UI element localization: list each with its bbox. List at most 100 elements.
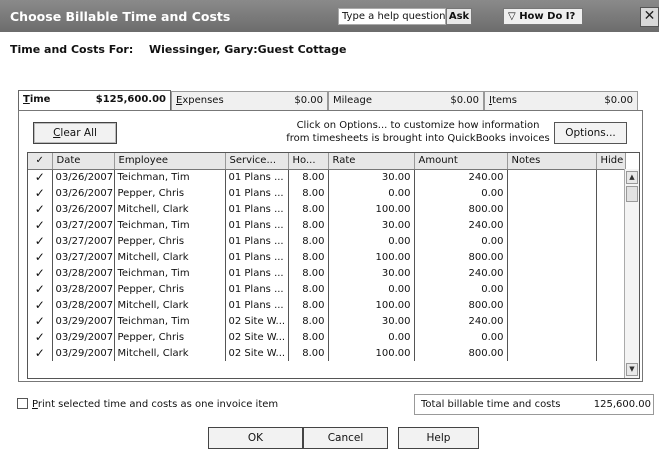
col-check-header[interactable]: ✓ — [28, 153, 53, 170]
tab-expenses[interactable]: Expenses $0.00 — [171, 91, 328, 110]
print-one-item-option[interactable]: Print selected time and costs as one inv… — [17, 398, 278, 410]
row-check-icon[interactable]: ✓ — [28, 281, 53, 297]
row-rate: 100.00 — [328, 297, 415, 313]
row-notes[interactable] — [507, 281, 597, 297]
row-check-icon[interactable]: ✓ — [28, 169, 53, 185]
col-employee-header[interactable]: Employee — [114, 153, 226, 170]
table-row[interactable]: ✓ 03/28/2007 Mitchell, Clark 01 Plans ... 8.… — [28, 297, 626, 313]
row-notes[interactable] — [507, 329, 597, 345]
print-one-item-checkbox[interactable] — [17, 398, 28, 409]
col-hide-header[interactable]: Hide — [596, 153, 626, 170]
tab-expenses-label: xpenses — [182, 95, 224, 106]
row-amount: 0.00 — [414, 233, 508, 249]
row-check-icon[interactable]: ✓ — [28, 345, 53, 361]
row-hide[interactable] — [596, 233, 626, 249]
row-check-icon[interactable]: ✓ — [28, 185, 53, 201]
row-hide[interactable] — [596, 297, 626, 313]
table-row[interactable]: ✓ 03/26/2007 Mitchell, Clark 01 Plans ... 8.… — [28, 201, 626, 217]
row-check-icon[interactable]: ✓ — [28, 265, 53, 281]
row-check-icon[interactable]: ✓ — [28, 249, 53, 265]
row-hide[interactable] — [596, 265, 626, 281]
row-check-icon[interactable]: ✓ — [28, 329, 53, 345]
total-billable-box: Total billable time and costs 125,600.00 — [414, 394, 654, 415]
ask-button[interactable]: Ask — [446, 8, 472, 25]
table-row[interactable]: ✓ 03/28/2007 Teichman, Tim 01 Plans ... 8.00… — [28, 265, 626, 281]
options-button[interactable]: Options... — [554, 122, 627, 144]
row-service: 01 Plans ... — [225, 297, 289, 313]
row-notes[interactable] — [507, 201, 597, 217]
table-row[interactable]: ✓ 03/27/2007 Teichman, Tim 01 Plans ... 8.00… — [28, 217, 626, 233]
row-check-icon[interactable]: ✓ — [28, 297, 53, 313]
row-hide[interactable] — [596, 217, 626, 233]
tab-items[interactable]: Items $0.00 — [484, 91, 638, 110]
row-notes[interactable] — [507, 345, 597, 361]
row-amount: 0.00 — [414, 185, 508, 201]
tab-time[interactable]: Time $125,600.00 — [18, 90, 171, 111]
table-row[interactable]: ✓ 03/26/2007 Pepper, Chris 01 Plans ... 8.00… — [28, 185, 626, 201]
table-row[interactable]: ✓ 03/27/2007 Mitchell, Clark 01 Plans ... 8.… — [28, 249, 626, 265]
row-hide[interactable] — [596, 185, 626, 201]
row-service: 01 Plans ... — [225, 233, 289, 249]
row-notes[interactable] — [507, 185, 597, 201]
row-date: 03/28/2007 — [52, 265, 115, 281]
row-check-icon[interactable]: ✓ — [28, 313, 53, 329]
col-hours-header[interactable]: Ho... — [288, 153, 329, 170]
total-billable-value: 125,600.00 — [593, 399, 651, 410]
tab-mileage[interactable]: Mileage $0.00 — [328, 91, 484, 110]
customer-name: Wiessinger, Gary:Guest Cottage — [149, 43, 347, 56]
row-check-icon[interactable]: ✓ — [28, 201, 53, 217]
row-hours: 8.00 — [288, 201, 329, 217]
table-row[interactable]: ✓ 03/28/2007 Pepper, Chris 01 Plans ... 8.00… — [28, 281, 626, 297]
row-hours: 8.00 — [288, 265, 329, 281]
row-service: 01 Plans ... — [225, 201, 289, 217]
table-row[interactable]: ✓ 03/29/2007 Teichman, Tim 02 Site W... 8.00… — [28, 313, 626, 329]
row-hide[interactable] — [596, 281, 626, 297]
row-notes[interactable] — [507, 217, 597, 233]
row-notes[interactable] — [507, 297, 597, 313]
scroll-down-icon[interactable]: ▼ — [626, 363, 638, 376]
row-hide[interactable] — [596, 169, 626, 185]
col-rate-header[interactable]: Rate — [328, 153, 415, 170]
row-hide[interactable] — [596, 313, 626, 329]
table-row[interactable]: ✓ 03/26/2007 Teichman, Tim 01 Plans ... 8.00… — [28, 169, 626, 185]
table-row[interactable]: ✓ 03/29/2007 Mitchell, Clark 02 Site W... 8.… — [28, 345, 626, 361]
row-hide[interactable] — [596, 345, 626, 361]
table-row[interactable]: ✓ 03/29/2007 Pepper, Chris 02 Site W... 8.00… — [28, 329, 626, 345]
row-employee: Mitchell, Clark — [114, 345, 226, 361]
cancel-button[interactable]: Cancel — [303, 427, 388, 449]
col-service-header[interactable]: Service... — [225, 153, 289, 170]
close-icon[interactable]: ✕ — [640, 7, 659, 27]
col-amount-header[interactable]: Amount — [414, 153, 508, 170]
how-do-i-button[interactable]: ▽ How Do I? — [503, 8, 583, 25]
row-notes[interactable] — [507, 249, 597, 265]
row-notes[interactable] — [507, 169, 597, 185]
row-check-icon[interactable]: ✓ — [28, 233, 53, 249]
row-hide[interactable] — [596, 249, 626, 265]
help-question-input[interactable]: Type a help question — [338, 8, 446, 25]
ok-button[interactable]: OK — [208, 427, 303, 449]
row-notes[interactable] — [507, 313, 597, 329]
tab-time-accel: T — [23, 94, 30, 105]
scroll-thumb[interactable] — [626, 186, 638, 202]
clear-all-button[interactable]: Clear All — [33, 122, 117, 144]
options-note: Click on Options... to customize how inf… — [286, 120, 550, 144]
tab-mileage-label: Mileage — [333, 95, 372, 106]
scroll-up-icon[interactable]: ▲ — [626, 171, 638, 184]
row-employee: Pepper, Chris — [114, 233, 226, 249]
row-hours: 8.00 — [288, 313, 329, 329]
col-date-header[interactable]: Date — [52, 153, 115, 170]
row-notes[interactable] — [507, 233, 597, 249]
tab-time-label: ime — [29, 94, 51, 105]
row-check-icon[interactable]: ✓ — [28, 217, 53, 233]
table-row[interactable]: ✓ 03/27/2007 Pepper, Chris 01 Plans ... 8.00… — [28, 233, 626, 249]
row-service: 02 Site W... — [225, 313, 289, 329]
row-amount: 240.00 — [414, 313, 508, 329]
vertical-scrollbar[interactable]: ▲ ▼ — [624, 169, 639, 378]
row-notes[interactable] — [507, 265, 597, 281]
row-hide[interactable] — [596, 329, 626, 345]
row-employee: Mitchell, Clark — [114, 297, 226, 313]
help-button[interactable]: Help — [398, 427, 479, 449]
row-hide[interactable] — [596, 201, 626, 217]
row-amount: 800.00 — [414, 297, 508, 313]
col-notes-header[interactable]: Notes — [507, 153, 597, 170]
